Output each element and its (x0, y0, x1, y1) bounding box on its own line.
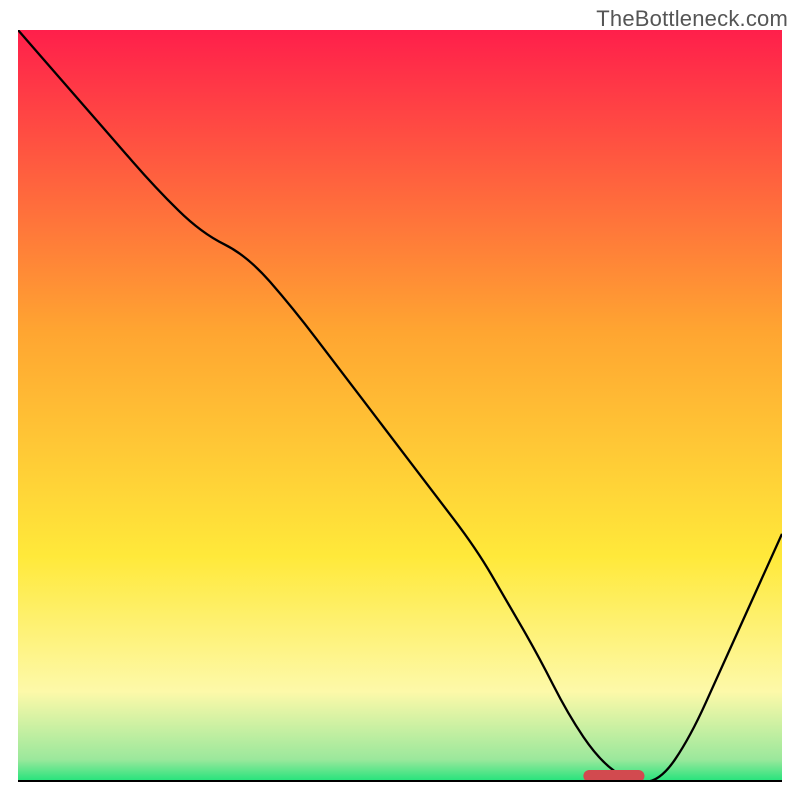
plot-area (18, 30, 782, 782)
watermark-text: TheBottleneck.com (596, 6, 788, 32)
gradient-background (18, 30, 782, 782)
bottleneck-chart: TheBottleneck.com (0, 0, 800, 800)
chart-svg (18, 30, 782, 782)
